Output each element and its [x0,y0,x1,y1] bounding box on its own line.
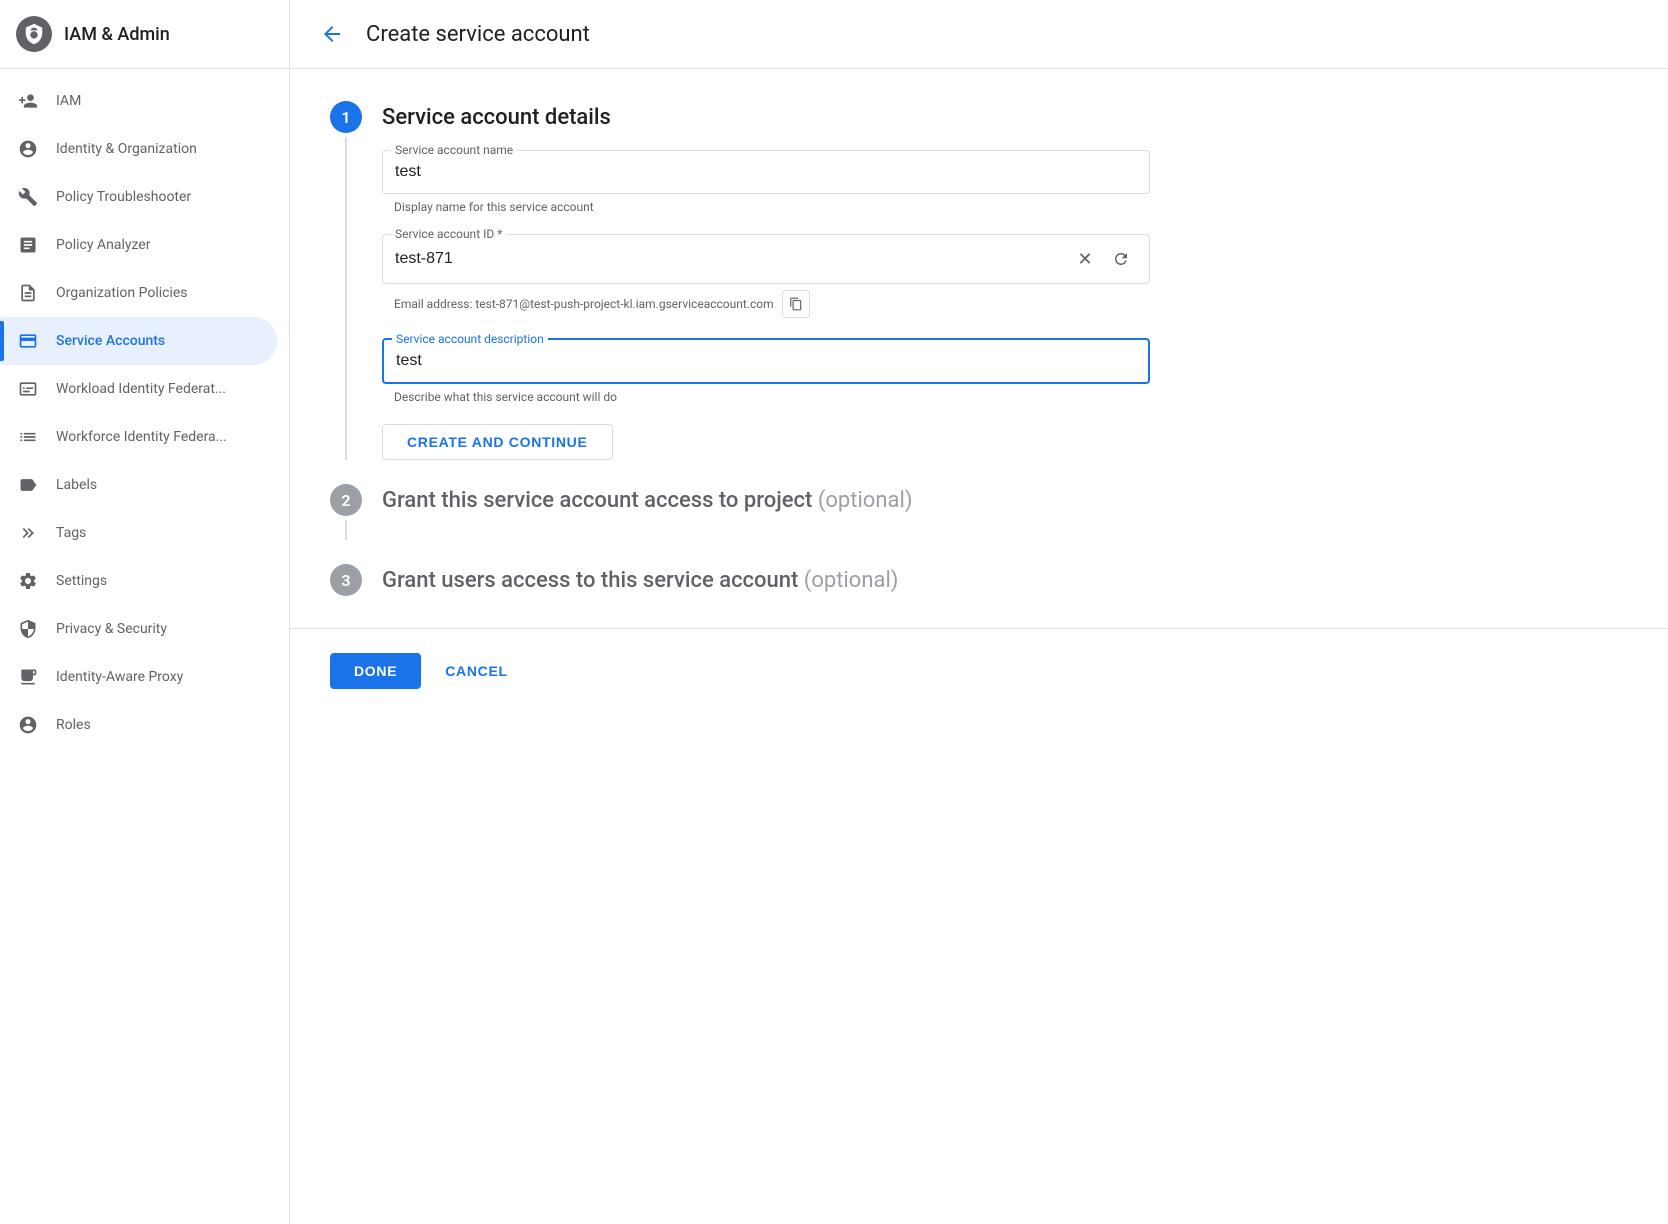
sidebar-item-label-iam: IAM [56,93,81,109]
main-header: Create service account [290,0,1668,69]
step-1-title: Service account details [382,105,1150,130]
done-button[interactable]: DONE [330,653,421,689]
sidebar-item-label-settings: Settings [56,573,107,589]
sidebar-item-label-identity-org: Identity & Organization [56,141,197,157]
person-add-icon [16,89,40,113]
clear-id-button[interactable]: ✕ [1069,243,1101,275]
refresh-id-button[interactable] [1105,243,1137,275]
id-card-icon [16,377,40,401]
step-2-content: Grant this service account access to pro… [382,484,1150,540]
sidebar-item-privacy-security[interactable]: Privacy & Security [0,605,277,653]
step-2-indicator: 2 [330,484,362,540]
copy-email-button[interactable] [782,290,810,318]
email-address-text: Email address: test-871@test-push-projec… [394,297,774,311]
sidebar-item-label-privacy-security: Privacy & Security [56,621,167,637]
service-account-name-label: Service account name [391,143,517,157]
main-content-area: Create service account 1 Service account… [290,0,1668,1224]
step-1-indicator: 1 [330,101,362,460]
sidebar-item-label-workload-identity: Workload Identity Federat... [56,381,226,397]
sidebar-item-policy-troubleshooter[interactable]: Policy Troubleshooter [0,173,277,221]
sidebar-title: IAM & Admin [64,24,170,45]
step-1-actions: CREATE AND CONTINUE [382,424,1150,460]
sidebar-item-label-service-accounts: Service Accounts [56,333,165,349]
service-account-name-helper: Display name for this service account [382,200,1150,214]
page-title: Create service account [366,22,590,47]
email-address-row: Email address: test-871@test-push-projec… [382,290,1150,318]
gear-icon [16,569,40,593]
cancel-button[interactable]: CANCEL [429,653,524,689]
step-2-subtitle: (optional) [818,488,913,513]
iam-admin-icon [16,16,52,52]
step-2-section: 2 Grant this service account access to p… [330,484,1150,540]
service-account-id-input[interactable] [395,246,1065,272]
person-outline-icon [16,713,40,737]
step-1-circle: 1 [330,101,362,133]
sidebar-item-workload-identity[interactable]: Workload Identity Federat... [0,365,277,413]
step-3-section: 3 Grant users access to this service acc… [330,564,1150,596]
sidebar-item-label-tags: Tags [56,525,86,541]
sidebar-item-org-policies[interactable]: Organization Policies [0,269,277,317]
sidebar-item-labels[interactable]: Labels [0,461,277,509]
sidebar-item-identity-aware-proxy[interactable]: Identity-Aware Proxy [0,653,277,701]
form-content: 1 Service account details Service accoun… [290,69,1190,628]
step-2-line [345,520,347,540]
id-list-icon [16,665,40,689]
sidebar-item-identity-org[interactable]: Identity & Organization [0,125,277,173]
service-account-description-helper: Describe what this service account will … [382,390,1150,404]
service-account-description-group: Service account description Describe wha… [382,338,1150,404]
step-3-content: Grant users access to this service accou… [382,564,1150,596]
step-1-content: Service account details Service account … [382,101,1150,460]
step-2-title: Grant this service account access to pro… [382,488,1150,513]
step-3-title-text: Grant users access to this service accou… [382,568,798,593]
service-account-id-input-row: ✕ [395,243,1137,275]
sidebar-item-label-policy-analyzer: Policy Analyzer [56,237,150,253]
service-account-id-field: Service account ID ✕ [382,234,1150,284]
account-circle-icon [16,137,40,161]
bottom-actions: DONE CANCEL [290,628,1668,713]
step-2-circle: 2 [330,484,362,516]
wrench-icon [16,185,40,209]
list-alt-icon [16,233,40,257]
document-icon [16,281,40,305]
sidebar-item-tags[interactable]: Tags [0,509,277,557]
sidebar-item-label-roles: Roles [56,717,91,733]
label-icon [16,473,40,497]
sidebar-item-label-policy-troubleshooter: Policy Troubleshooter [56,189,191,205]
service-account-id-group: Service account ID ✕ Email a [382,234,1150,318]
list-icon [16,425,40,449]
service-account-name-field: Service account name [382,150,1150,194]
service-account-id-label: Service account ID [391,227,506,241]
service-account-name-input[interactable] [395,159,1137,185]
service-account-description-field: Service account description [382,338,1150,384]
shield-outline-icon [16,617,40,641]
service-account-description-label: Service account description [392,332,548,346]
sidebar-item-settings[interactable]: Settings [0,557,277,605]
step-3-subtitle: (optional) [804,568,899,593]
sidebar-item-label-identity-aware-proxy: Identity-Aware Proxy [56,669,183,685]
step-3-title: Grant users access to this service accou… [382,568,1150,593]
sidebar-item-workforce-identity[interactable]: Workforce Identity Federa... [0,413,277,461]
sidebar-item-policy-analyzer[interactable]: Policy Analyzer [0,221,277,269]
sidebar-header: IAM & Admin [0,0,289,69]
sidebar: IAM & Admin IAM Identity & Organization [0,0,290,1224]
step-2-title-text: Grant this service account access to pro… [382,488,812,513]
chevrons-icon [16,521,40,545]
step-1-section: 1 Service account details Service accoun… [330,101,1150,460]
card-icon [16,329,40,353]
step-3-circle: 3 [330,564,362,596]
sidebar-item-label-labels: Labels [56,477,97,493]
step-1-line [345,137,347,460]
sidebar-item-service-accounts[interactable]: Service Accounts [0,317,277,365]
service-account-name-group: Service account name Display name for th… [382,150,1150,214]
sidebar-item-iam[interactable]: IAM [0,77,277,125]
step-3-indicator: 3 [330,564,362,596]
sidebar-item-label-workforce-identity: Workforce Identity Federa... [56,429,227,445]
back-button[interactable] [314,16,350,52]
service-account-description-input[interactable] [396,348,1136,374]
sidebar-nav: IAM Identity & Organization Policy Troub… [0,69,289,1224]
sidebar-item-roles[interactable]: Roles [0,701,277,749]
sidebar-item-label-org-policies: Organization Policies [56,285,188,301]
create-and-continue-button[interactable]: CREATE AND CONTINUE [382,424,613,460]
